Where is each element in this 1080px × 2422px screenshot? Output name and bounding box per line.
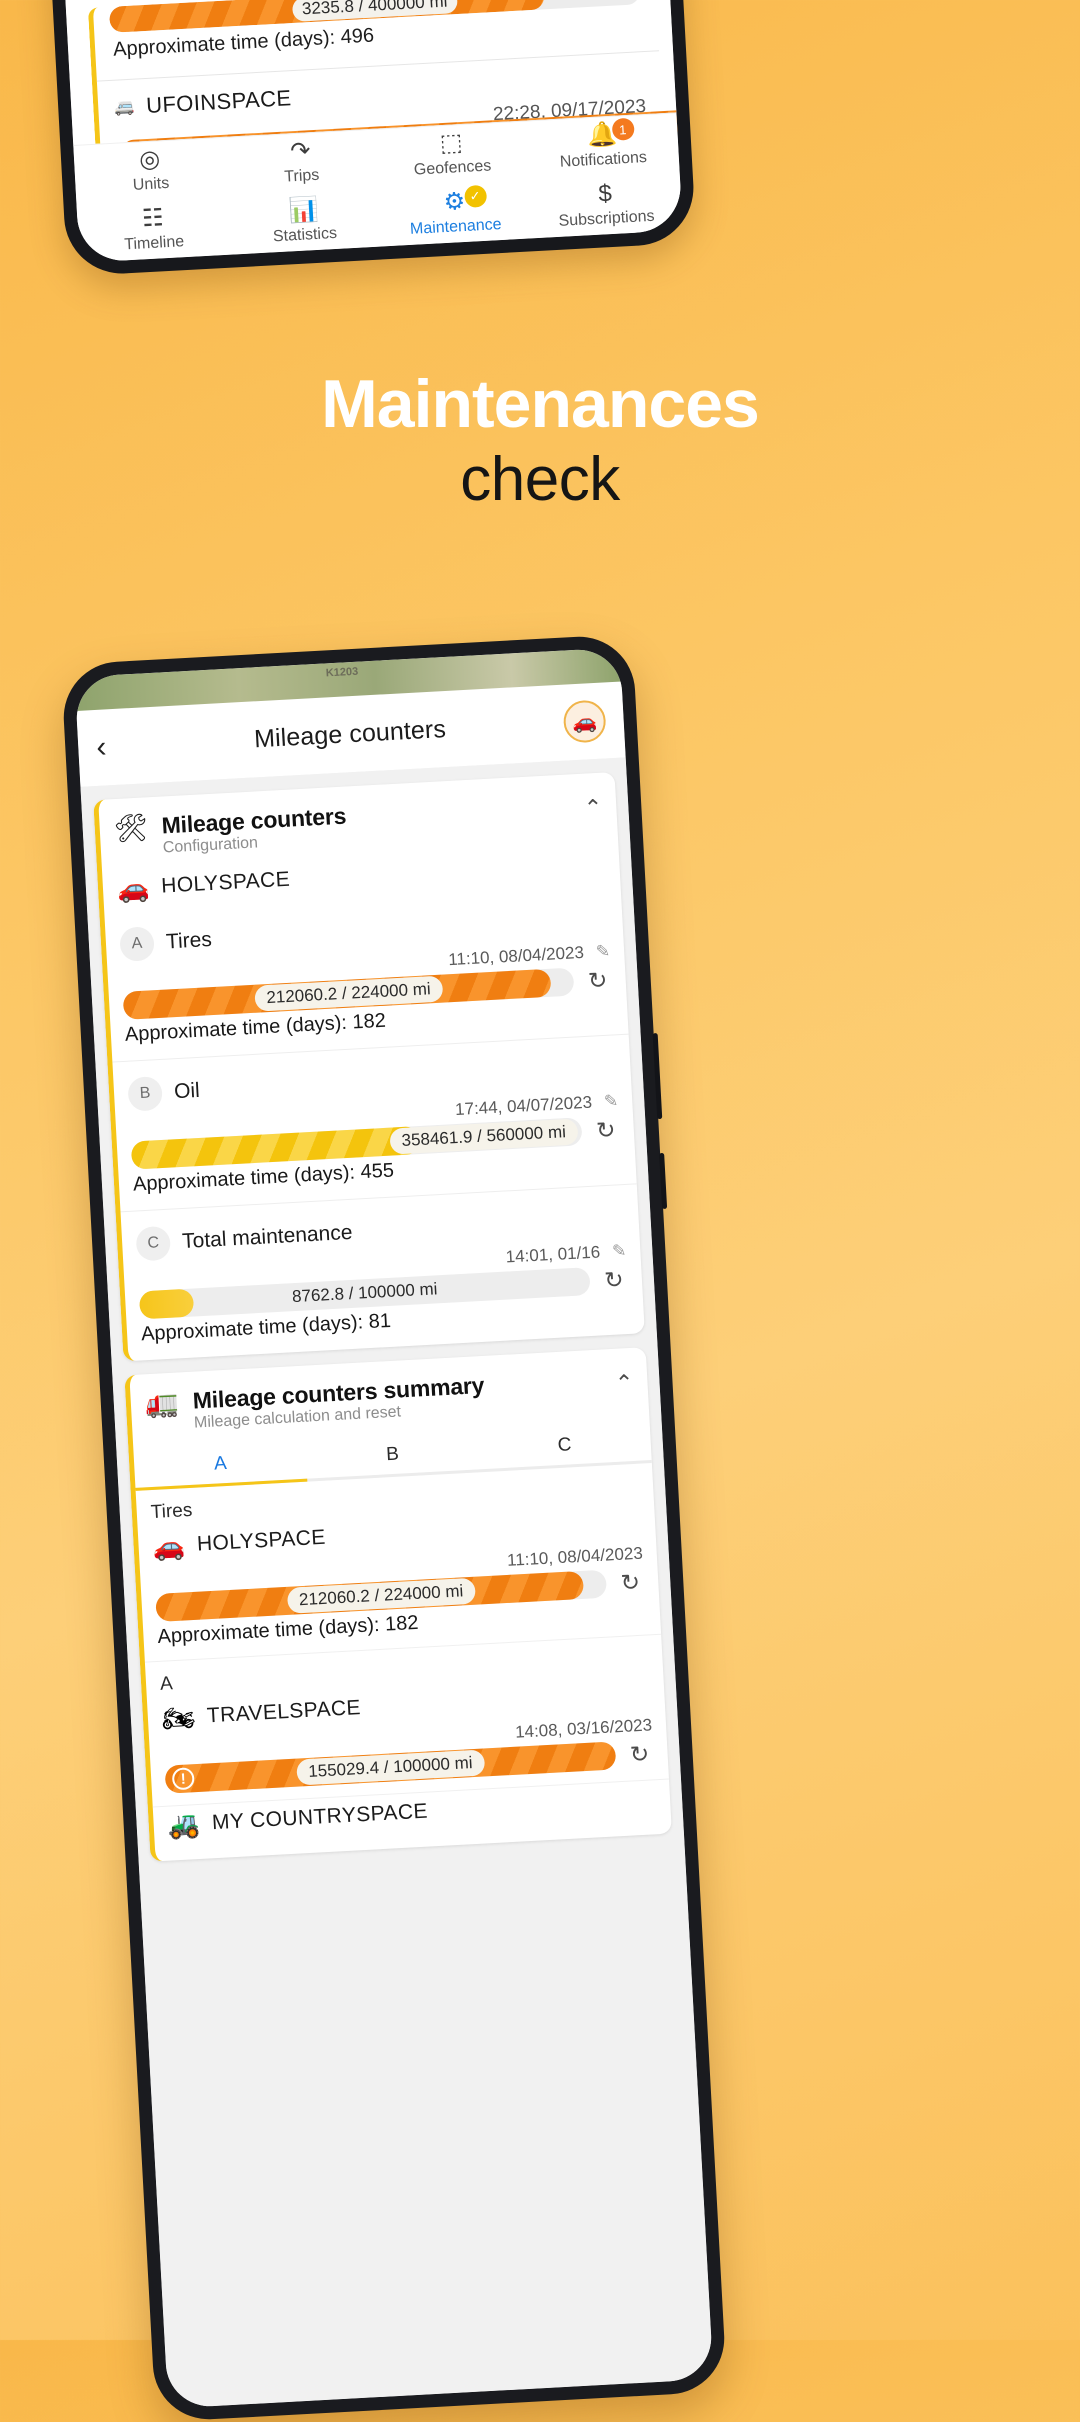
- car-icon: 🚗: [151, 1530, 186, 1563]
- route-icon: ↷: [289, 137, 312, 166]
- reset-icon[interactable]: ↻: [599, 1266, 628, 1294]
- statistics-icon: 📊: [287, 195, 320, 224]
- timeline-icon: ☷: [141, 203, 165, 232]
- hero-title-line2: check: [460, 445, 620, 514]
- motorcycle-icon: 🏍: [161, 1702, 196, 1734]
- edit-icon[interactable]: ✎: [612, 1241, 627, 1262]
- edit-icon[interactable]: ✎: [603, 1091, 618, 1112]
- counter-letter-badge: B: [127, 1075, 164, 1112]
- tractor-icon: 🚜: [166, 1808, 201, 1841]
- unit-name: MY COUNTRYSPACE: [211, 1799, 429, 1835]
- mileage-counters-summary-card: 🚛 Mileage counters summary Mileage calcu…: [124, 1347, 672, 1862]
- reset-icon[interactable]: ↻: [625, 1740, 654, 1768]
- edit-icon[interactable]: ✎: [595, 941, 610, 962]
- location-pin-icon: ◎: [138, 145, 161, 174]
- main-phone-mockup: K1203 ‹ Mileage counters 🚗 🛠 Mileage cou…: [60, 633, 728, 2422]
- progress-chip: 212060.2 / 224000 mi: [286, 1577, 476, 1614]
- hero-title-line1: Maintenances: [321, 366, 760, 442]
- tab-c[interactable]: C: [477, 1420, 651, 1469]
- unit-name: TRAVELSPACE: [206, 1696, 362, 1728]
- nav-item-trips[interactable]: ↷ Trips: [250, 137, 352, 188]
- phone-volume-button: [659, 1152, 668, 1210]
- counter-name: Oil: [173, 1078, 201, 1104]
- nav-item-maintenance[interactable]: ⚙ Maintenance ✓: [404, 184, 506, 238]
- subscriptions-icon: $: [597, 179, 613, 208]
- nav-label: Subscriptions: [558, 207, 655, 230]
- card-header-text: Mileage counters summary Mileage calcula…: [192, 1366, 602, 1433]
- card-title: Mileage counters: [160, 802, 347, 839]
- reset-icon[interactable]: ↻: [583, 966, 612, 994]
- map-label: K1203: [325, 665, 359, 680]
- mileage-counters-config-card: 🛠 Mileage counters Configuration ⌃ 🚗 HOL…: [93, 771, 645, 1362]
- progress-chip: 8762.8 / 100000 mi: [291, 1279, 438, 1307]
- phone-power-button: [652, 1033, 663, 1120]
- nav-item-subscriptions[interactable]: $ Subscriptions: [555, 179, 657, 230]
- counter-timestamp: 14:01, 01/16: [505, 1242, 601, 1267]
- progress-chip: 212060.2 / 224000 mi: [253, 975, 444, 1012]
- nav-label: Maintenance: [409, 215, 502, 238]
- progress-bar-fill: [138, 1288, 195, 1320]
- nav-label: Geofences: [413, 157, 492, 179]
- avatar[interactable]: 🚗: [562, 699, 607, 744]
- wrench-clock-icon: 🛠: [112, 812, 149, 845]
- van-icon: 🚐: [113, 98, 135, 117]
- nav-item-units[interactable]: ◎ Units: [99, 145, 201, 196]
- top-phone-mockup: 3235.8 / 400000 mi Approximate time (day…: [29, 0, 697, 277]
- nav-label: Units: [132, 174, 170, 194]
- maintenance-icon: ⚙: [442, 187, 466, 216]
- unit-name: UFOINSPACE: [145, 85, 293, 118]
- page-body: 🛠 Mileage counters Configuration ⌃ 🚗 HOL…: [80, 757, 714, 2409]
- counter-name: Tires: [165, 928, 213, 954]
- reset-icon[interactable]: ↻: [591, 1116, 620, 1144]
- nav-label: Timeline: [123, 232, 185, 253]
- geofence-icon: ⬚: [439, 128, 464, 158]
- progress-chip: 155029.4 / 100000 mi: [295, 1749, 486, 1786]
- counter-item-oil[interactable]: B Oil 17:44, 04/07/2023 ✎ 358461.9 / 560…: [112, 1033, 637, 1212]
- progress-chip: 3235.8 / 400000 mi: [291, 0, 458, 22]
- tab-b[interactable]: B: [305, 1429, 479, 1478]
- counter-name: Total maintenance: [181, 1220, 354, 1254]
- maintenance-badge: ✓: [463, 184, 487, 208]
- reset-icon[interactable]: ↻: [616, 1568, 645, 1596]
- counter-item-tires[interactable]: A Tires 11:10, 08/04/2023 ✎ 212060.2 / 2…: [104, 885, 628, 1062]
- nav-item-geofences[interactable]: ⬚ Geofences: [401, 129, 503, 180]
- progress-chip: 358461.9 / 560000 mi: [388, 1118, 579, 1155]
- nav-item-statistics[interactable]: 📊 Statistics: [253, 195, 355, 246]
- nav-label: Trips: [283, 166, 320, 186]
- counter-item-total-maintenance[interactable]: C Total maintenance 14:01, 01/16 ✎ 8762.…: [120, 1183, 645, 1362]
- back-icon[interactable]: ‹: [95, 729, 137, 765]
- card-header-text: Mileage counters Configuration: [161, 790, 571, 857]
- chevron-up-icon[interactable]: ⌃: [583, 789, 603, 822]
- nav-label: Statistics: [272, 224, 338, 245]
- truck-reset-icon: 🚛: [144, 1387, 180, 1420]
- nav-item-timeline[interactable]: ☷ Timeline: [102, 204, 204, 255]
- counter-letter-badge: C: [135, 1225, 172, 1262]
- counter-letter-badge: A: [119, 926, 155, 962]
- nav-label: Notifications: [559, 149, 648, 171]
- chevron-up-icon[interactable]: ⌃: [614, 1364, 634, 1397]
- unit-name: HOLYSPACE: [196, 1525, 327, 1556]
- nav-item-notifications[interactable]: 🔔 Notifications 1: [551, 117, 653, 172]
- main-phone-screen: K1203 ‹ Mileage counters 🚗 🛠 Mileage cou…: [74, 647, 714, 2409]
- unit-name: HOLYSPACE: [160, 867, 291, 898]
- car-icon: 🚗: [116, 872, 151, 905]
- page-title: Mileage counters: [253, 714, 447, 753]
- top-phone-screen: 3235.8 / 400000 mi Approximate time (day…: [43, 0, 683, 263]
- hero-text: Maintenances check: [0, 370, 1080, 522]
